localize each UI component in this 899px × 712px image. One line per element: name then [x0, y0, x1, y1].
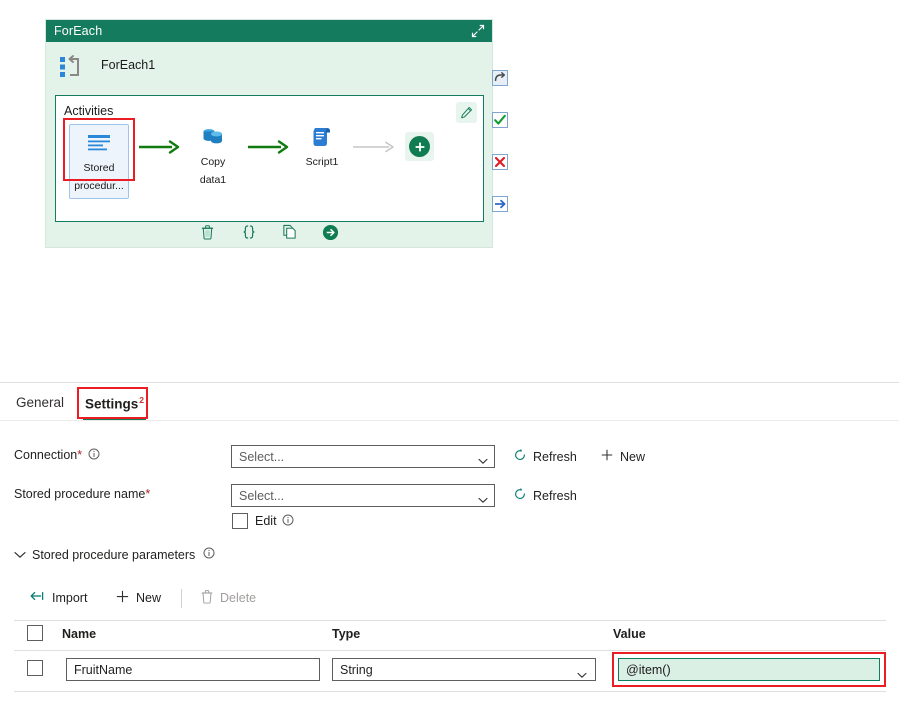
parameter-value-input[interactable]: @item() [618, 658, 880, 681]
success-check-icon[interactable] [492, 112, 508, 128]
import-label: Import [52, 591, 87, 605]
foreach-card-header: ForEach [46, 20, 492, 42]
properties-tabs: General Settings2 [0, 390, 899, 421]
foreach-node-label: ForEach1 [101, 58, 155, 72]
foreach-loop-icon [57, 53, 85, 81]
chevron-down-icon [577, 667, 587, 683]
tab-settings[interactable]: Settings2 [83, 390, 146, 420]
column-header-name: Name [62, 627, 96, 641]
import-icon [30, 589, 46, 606]
stored-procedure-name-dropdown[interactable]: Select... [231, 484, 495, 507]
plus-circle-icon [409, 136, 430, 157]
trash-icon [200, 589, 214, 607]
info-icon[interactable] [88, 448, 100, 463]
error-close-icon[interactable] [492, 154, 508, 170]
activity-node-label: Script1 [306, 156, 339, 168]
activities-label: Activities [64, 104, 113, 118]
pencil-edit-icon[interactable] [456, 102, 477, 123]
parameter-type-dropdown[interactable]: String [332, 658, 596, 681]
new-parameter-label: New [136, 591, 161, 605]
activity-node-label: Copy data1 [200, 156, 226, 186]
table-header-bottom-line [14, 650, 886, 651]
duplicate-icon[interactable] [279, 221, 301, 243]
select-all-checkbox[interactable] [27, 625, 43, 641]
connection-new-button[interactable]: New [600, 448, 645, 465]
connection-dropdown[interactable]: Select... [231, 445, 495, 468]
add-activity-button[interactable] [405, 132, 434, 161]
refresh-icon [513, 448, 527, 465]
new-parameter-button[interactable]: New [115, 589, 161, 607]
foreach-activity-card: ForEach ForEach1 [45, 19, 493, 248]
canvas-status-rail [492, 70, 512, 238]
connection-refresh-label: Refresh [533, 450, 577, 464]
edit-checkbox[interactable] [232, 513, 248, 529]
connection-label: Connection* [14, 448, 100, 463]
expand-collapse-icon[interactable] [470, 23, 486, 39]
table-header-top-line [14, 620, 886, 621]
card-toolbar [46, 221, 492, 243]
code-braces-icon[interactable] [238, 221, 260, 243]
info-icon[interactable] [282, 514, 294, 529]
copy-data-icon [198, 124, 228, 150]
stored-procedure-icon [84, 130, 114, 156]
tab-general-label: General [16, 395, 64, 410]
toolbar-separator [181, 589, 182, 608]
stored-procedure-refresh-label: Refresh [533, 489, 577, 503]
stored-procedure-parameters-title: Stored procedure parameters [32, 548, 195, 562]
parameter-type-value: String [340, 663, 373, 677]
chevron-down-icon [478, 453, 488, 469]
refresh-icon [513, 487, 527, 504]
delete-parameter-label: Delete [220, 591, 256, 605]
app-root: ForEach ForEach1 [0, 0, 899, 712]
connection-dropdown-value: Select... [239, 450, 284, 464]
edit-checkbox-label: Edit [255, 514, 294, 529]
activity-node-stored-procedure[interactable]: Stored procedur... [69, 124, 129, 199]
table-row-bottom-line [14, 691, 886, 692]
connector-arrow-1 [139, 140, 184, 159]
import-parameters-button[interactable]: Import [30, 589, 87, 606]
script-icon [307, 124, 337, 150]
column-header-type: Type [332, 627, 360, 641]
column-header-value: Value [613, 627, 646, 641]
next-arrow-icon[interactable] [492, 196, 508, 212]
run-icon[interactable] [320, 221, 342, 243]
connector-arrow-3 [353, 140, 401, 159]
plus-icon [600, 448, 614, 465]
activity-node-copy-data[interactable]: Copy data1 [186, 124, 240, 188]
parameter-name-input[interactable]: FruitName [66, 658, 320, 681]
chevron-down-icon [478, 492, 488, 508]
plus-icon [115, 589, 130, 607]
delete-parameter-button[interactable]: Delete [200, 589, 256, 607]
stored-procedure-refresh-button[interactable]: Refresh [513, 487, 577, 504]
activity-node-label: Stored procedur... [74, 162, 124, 192]
connection-new-label: New [620, 450, 645, 464]
tab-active-underline [83, 417, 146, 420]
pane-divider [0, 382, 899, 383]
foreach-node[interactable]: ForEach1 [57, 53, 357, 87]
chevron-down-icon [14, 548, 26, 562]
activity-node-script[interactable]: Script1 [296, 124, 348, 170]
tab-settings-label: Settings [85, 397, 138, 412]
required-marker: * [145, 487, 150, 501]
connection-refresh-button[interactable]: Refresh [513, 448, 577, 465]
row-select-checkbox[interactable] [27, 660, 43, 676]
connector-arrow-2 [248, 140, 293, 159]
tab-settings-badge: 2 [139, 395, 144, 405]
stored-procedure-parameters-section-header[interactable]: Stored procedure parameters [14, 547, 215, 562]
stored-procedure-name-label: Stored procedure name* [14, 487, 150, 501]
redo-icon[interactable] [492, 70, 508, 86]
info-icon[interactable] [203, 547, 215, 562]
activities-container: Activities Stored procedur... [55, 95, 484, 222]
delete-icon[interactable] [197, 221, 219, 243]
required-marker: * [77, 448, 82, 462]
stored-procedure-name-value: Select... [239, 489, 284, 503]
tab-general[interactable]: General [14, 390, 66, 418]
foreach-card-title: ForEach [54, 24, 102, 38]
